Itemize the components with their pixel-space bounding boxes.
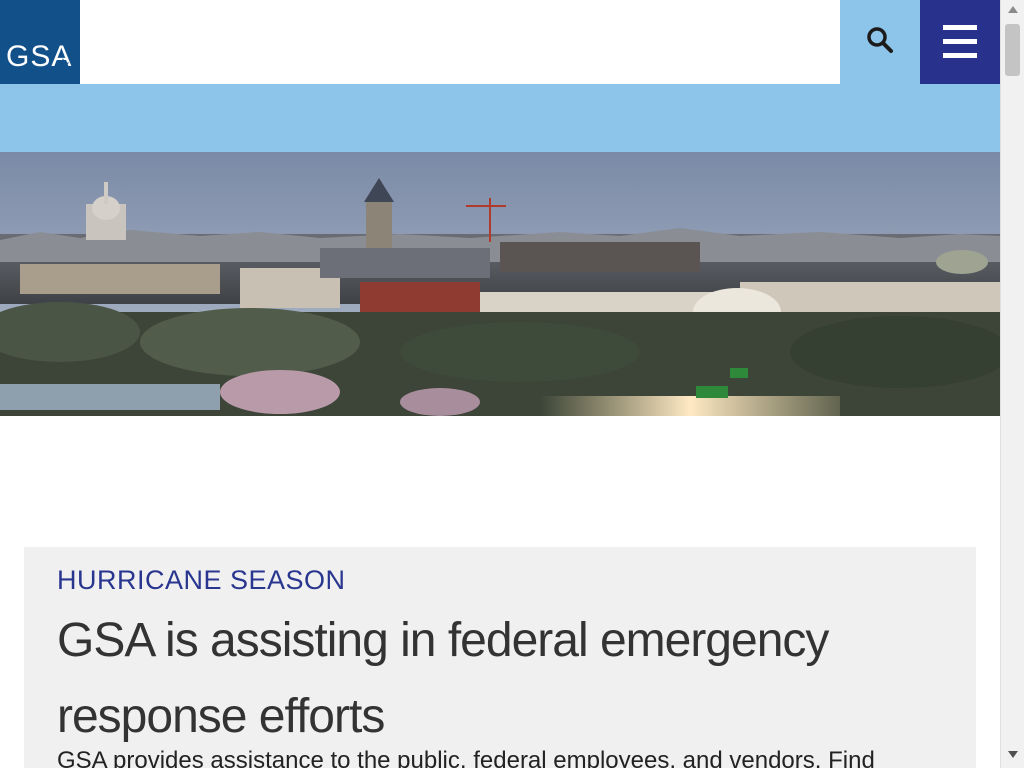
gsa-logo[interactable]: GSA [0,0,80,84]
site-header: GSA [0,0,1000,152]
menu-button[interactable] [920,0,1000,84]
search-icon [867,27,893,53]
scroll-thumb[interactable] [1005,24,1020,76]
search-button[interactable] [840,0,920,84]
hero-image [0,152,1000,416]
gsa-logo-star-icon [56,58,70,70]
header-search-area [80,0,840,84]
feature-eyebrow: HURRICANE SEASON [57,565,346,595]
page-scrollbar[interactable] [1000,0,1024,768]
scroll-down-arrow-icon[interactable] [1008,751,1018,758]
feature-card: HURRICANE SEASON GSA is assisting in fed… [24,547,976,768]
feature-summary: GSA provides assistance to the public, f… [57,747,875,768]
page: GSA HURRICANE SEASON GSA is assisting in… [0,0,1000,768]
scroll-up-arrow-icon[interactable] [1008,6,1018,13]
feature-headline[interactable]: GSA is assisting in federal emergency re… [57,603,917,755]
